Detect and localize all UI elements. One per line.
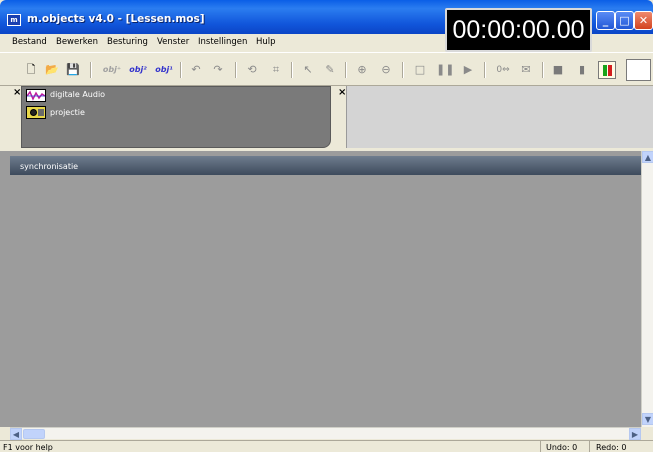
status-help: F1 voor help — [3, 443, 53, 452]
menu-venster[interactable]: Venster — [157, 37, 189, 47]
scroll-right-icon[interactable]: ▶ — [629, 428, 641, 440]
window-title: m.objects v4.0 - [Lessen.mos] — [27, 13, 205, 25]
toolbar-separator — [90, 62, 92, 78]
timecode-display: 00:00:00.00 — [445, 8, 592, 52]
scroll-left-icon[interactable]: ◀ — [10, 428, 22, 440]
menu-hulp[interactable]: Hulp — [256, 37, 276, 47]
object-1-button[interactable]: obj¹ — [153, 61, 175, 79]
sync-track-bar[interactable] — [10, 156, 641, 175]
cut-icon[interactable]: ⌗ — [268, 61, 284, 79]
minimize-button[interactable]: _ — [596, 11, 615, 30]
counter-button[interactable]: 0⇔ — [492, 61, 514, 79]
toolbar-separator — [291, 62, 293, 78]
undo-icon[interactable]: ↶ — [188, 61, 204, 79]
speech-icon[interactable]: ✉ — [518, 61, 534, 79]
track-label-projectie[interactable]: projectie — [50, 108, 85, 117]
light-table-icon[interactable]: ■ — [550, 61, 566, 79]
horizontal-scrollbar[interactable]: ◀ ▶ — [10, 427, 641, 440]
redo-icon[interactable]: ↷ — [210, 61, 226, 79]
track-label-audio[interactable]: digitale Audio — [50, 90, 105, 99]
menu-instellingen[interactable]: Instellingen — [198, 37, 247, 47]
scroll-up-icon[interactable]: ▲ — [642, 151, 653, 163]
menu-bewerken[interactable]: Bewerken — [56, 37, 98, 47]
add-object-button[interactable]: obj⁺ — [101, 61, 123, 79]
toolbar-separator — [402, 62, 404, 78]
status-redo: Redo: 0 — [596, 443, 627, 452]
zoom-out-icon[interactable]: ⊖ — [378, 61, 394, 79]
save-icon[interactable]: 💾 — [64, 61, 82, 79]
new-file-icon[interactable]: 🗋 — [22, 61, 40, 79]
toolbar-separator — [484, 62, 486, 78]
status-undo: Undo: 0 — [546, 443, 578, 452]
scroll-down-icon[interactable]: ▼ — [642, 413, 653, 425]
zoom-in-icon[interactable]: ⊕ — [354, 61, 370, 79]
status-divider — [540, 441, 541, 452]
pause-icon[interactable]: ❚❚ — [436, 61, 454, 79]
object-2-button[interactable]: obj² — [127, 61, 149, 79]
pointer-icon[interactable]: ↖ — [300, 61, 316, 79]
projector-icon — [26, 106, 46, 119]
toolbar-separator — [235, 62, 237, 78]
play-icon[interactable]: ▶ — [460, 61, 476, 79]
toolbar-separator — [542, 62, 544, 78]
toolbar-separator — [180, 62, 182, 78]
close-button[interactable]: ✕ — [634, 11, 653, 30]
menu-bestand[interactable]: Bestand — [12, 37, 47, 47]
status-divider — [589, 441, 590, 452]
open-folder-icon[interactable]: 📂 — [43, 61, 61, 79]
rotate-icon[interactable]: ⟲ — [244, 61, 260, 79]
level-meter-icon[interactable] — [598, 61, 616, 79]
preview-panel — [346, 86, 653, 148]
toolbar: 🗋 📂 💾 obj⁺ obj² obj¹ ↶ ↷ ⟲ ⌗ ↖ ✎ ⊕ ⊖ □ ❚… — [0, 52, 653, 86]
app-icon[interactable]: m — [7, 14, 21, 26]
scroll-thumb[interactable] — [23, 429, 45, 439]
maximize-button[interactable]: □ — [615, 11, 634, 30]
toolbar-separator — [345, 62, 347, 78]
vertical-scrollbar[interactable]: ▲ ▼ — [641, 151, 653, 427]
stop-icon[interactable]: □ — [412, 61, 428, 79]
projector-view-icon[interactable]: ▮ — [574, 61, 590, 79]
audio-wave-icon — [26, 89, 46, 102]
pen-icon[interactable]: ✎ — [322, 61, 338, 79]
sync-track-label: synchronisatie — [20, 162, 79, 171]
preview-box[interactable] — [626, 59, 651, 81]
timeline-area[interactable] — [0, 151, 641, 427]
menu-besturing[interactable]: Besturing — [107, 37, 148, 47]
